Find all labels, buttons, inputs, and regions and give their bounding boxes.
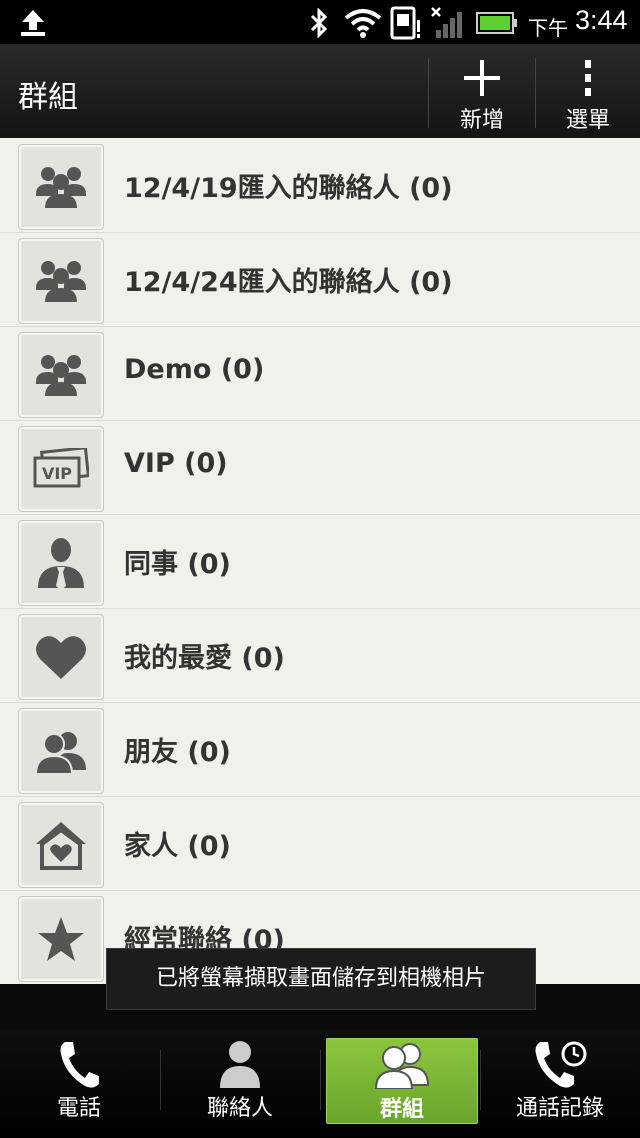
overflow-menu-icon — [585, 60, 591, 96]
group-icon-tile — [18, 520, 104, 606]
tab-label: 通話記錄 — [515, 1096, 604, 1121]
tab-label: 電話 — [56, 1096, 101, 1121]
tab-label: 群組 — [379, 1097, 424, 1122]
group-icon-tile — [18, 802, 104, 888]
sim-icon — [390, 6, 420, 40]
signal-icon — [431, 7, 462, 38]
upload-icon — [21, 10, 45, 36]
plus-icon — [464, 60, 500, 96]
group-row[interactable]: 同事 (0) — [0, 514, 640, 609]
home-icon — [36, 822, 86, 870]
clock-time: 3:44 — [575, 5, 628, 35]
group-row[interactable]: 12/4/19匯入的聯絡人 (0) — [0, 138, 640, 233]
menu-label: 選單 — [565, 108, 610, 133]
add-label: 新增 — [459, 108, 504, 133]
bluetooth-icon — [310, 8, 328, 38]
heart-icon — [36, 636, 86, 679]
group-name: 同事 (0) — [124, 549, 231, 580]
divider — [320, 1050, 321, 1110]
battery-icon — [476, 12, 517, 34]
group-name: 12/4/19匯入的聯絡人 (0) — [124, 173, 453, 204]
add-group-button[interactable]: 新增 — [430, 44, 534, 138]
group-icon — [374, 1043, 430, 1089]
tab-contacts[interactable]: 聯絡人 — [165, 1038, 315, 1122]
group-row[interactable]: VIP VIP (0) — [0, 420, 640, 515]
clock-ampm: 下午 — [528, 16, 568, 40]
status-bar: 下午 3:44 — [0, 0, 640, 44]
friends-icon — [34, 732, 86, 774]
group-list[interactable]: 12/4/19匯入的聯絡人 (0) 12/4/24匯入的聯絡人 (0) Demo… — [0, 138, 640, 984]
group-icon — [36, 355, 86, 396]
tab-call-history[interactable]: 通話記錄 — [485, 1038, 635, 1122]
toast-message: 已將螢幕擷取畫面儲存到相機相片 — [106, 948, 536, 1010]
group-icon — [36, 167, 86, 208]
tab-label: 聯絡人 — [206, 1096, 273, 1121]
group-row[interactable]: 我的最愛 (0) — [0, 608, 640, 703]
tab-groups[interactable]: 群組 — [326, 1038, 478, 1124]
vip-icon: VIP — [33, 448, 89, 488]
group-name: VIP (0) — [124, 448, 228, 479]
person-icon — [220, 1041, 260, 1088]
menu-button[interactable]: 選單 — [536, 44, 640, 138]
group-icon-tile — [18, 238, 104, 324]
group-icon-tile — [18, 144, 104, 230]
coworker-icon — [38, 538, 84, 590]
group-name: 朋友 (0) — [124, 737, 231, 768]
group-name: Demo (0) — [124, 354, 265, 385]
group-row[interactable]: 家人 (0) — [0, 796, 640, 891]
phone-icon — [60, 1042, 99, 1088]
group-row[interactable]: 朋友 (0) — [0, 702, 640, 797]
group-icon-tile — [18, 332, 104, 418]
divider — [428, 58, 429, 128]
wifi-icon — [344, 9, 382, 38]
action-bar: 群組 新增 選單 — [0, 44, 640, 140]
group-name: 家人 (0) — [124, 831, 231, 862]
divider — [480, 1050, 481, 1110]
group-icon-tile — [18, 896, 104, 982]
group-row[interactable]: Demo (0) — [0, 326, 640, 421]
group-name: 我的最愛 (0) — [124, 643, 285, 674]
group-icon-tile — [18, 708, 104, 794]
group-name: 12/4/24匯入的聯絡人 (0) — [124, 267, 453, 298]
svg-text:VIP: VIP — [42, 464, 72, 483]
group-icon-tile — [18, 614, 104, 700]
tab-phone[interactable]: 電話 — [4, 1038, 154, 1122]
divider — [160, 1050, 161, 1110]
group-icon — [36, 261, 86, 302]
group-row[interactable]: 12/4/24匯入的聯絡人 (0) — [0, 232, 640, 327]
page-title: 群組 — [18, 80, 78, 115]
star-icon — [38, 917, 84, 961]
call-history-icon — [535, 1041, 587, 1088]
group-icon-tile: VIP — [18, 426, 104, 512]
